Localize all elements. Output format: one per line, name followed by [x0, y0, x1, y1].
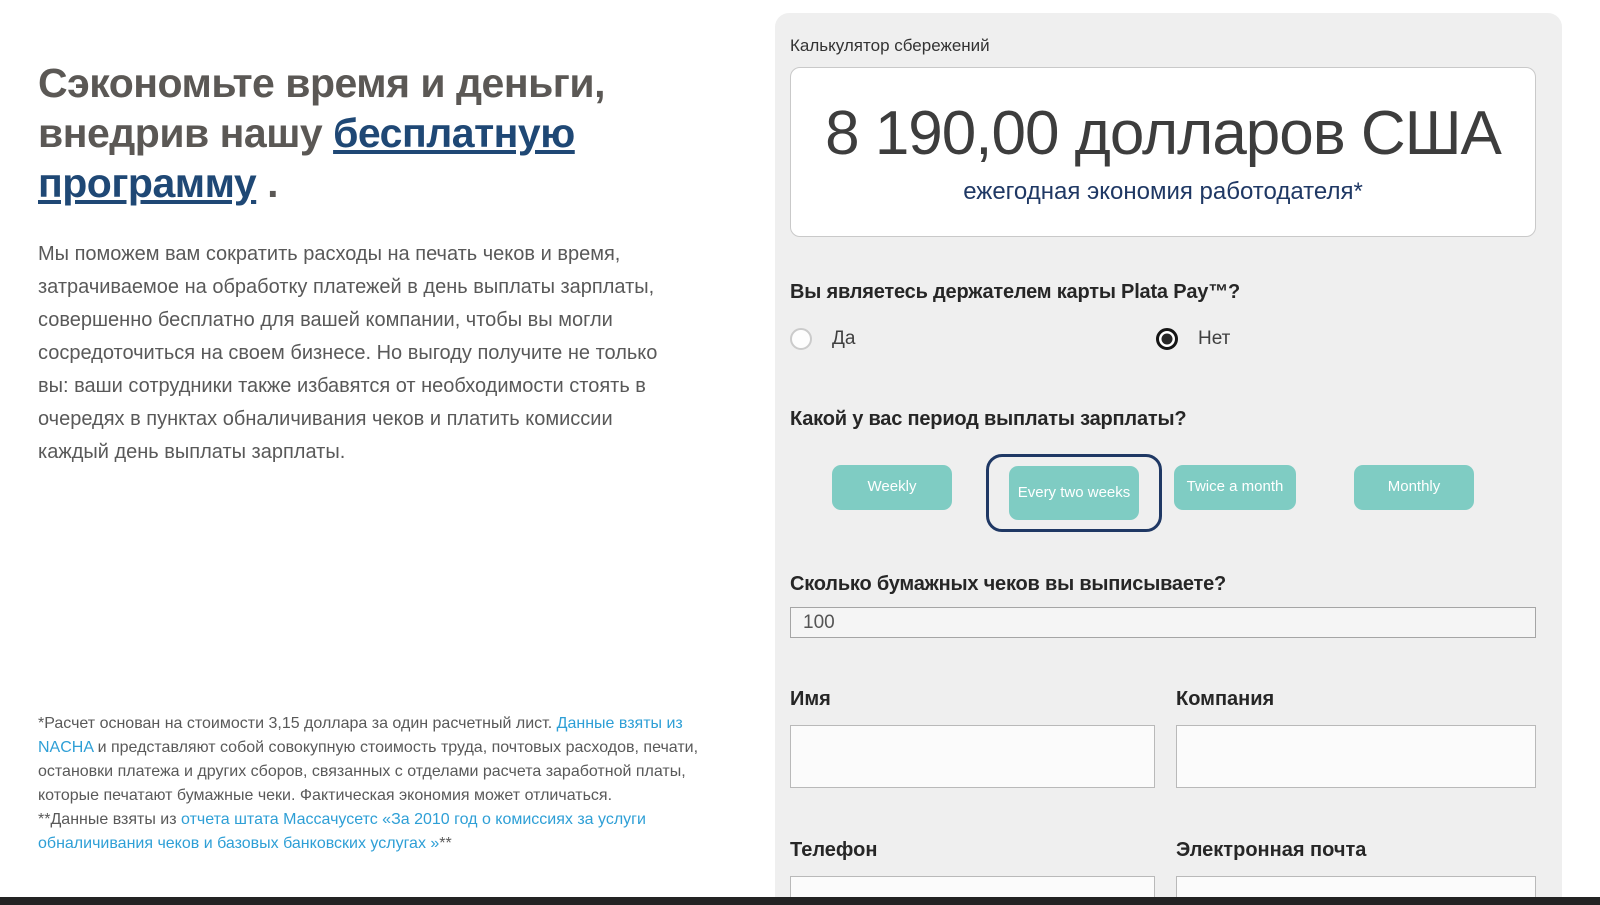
question-pay-period: Какой у вас период выплаты зарплаты? — [790, 408, 1187, 430]
form-inputs-row-1 — [790, 725, 1536, 788]
period-button-weekly[interactable]: Weekly — [832, 465, 952, 510]
footnote-text-3: **Данные взяты из — [38, 811, 182, 828]
question-paper-checks: Сколько бумажных чеков вы выписываете? — [790, 573, 1227, 595]
form-labels-row-2: Телефон Электронная почта — [790, 839, 1536, 862]
footnote-text-1: *Расчет основан на стоимости 3,15 доллар… — [38, 715, 557, 732]
footnote-text-4: ** — [439, 835, 452, 852]
question-card-holder: Вы являетесь держателем карты Plata Pay™… — [790, 281, 1241, 303]
savings-caption: ежегодная экономия работодателя* — [963, 178, 1363, 205]
footnote: *Расчет основан на стоимости 3,15 доллар… — [38, 712, 710, 856]
phone-label: Телефон — [790, 839, 878, 861]
period-button-twice-a-month[interactable]: Twice a month — [1174, 465, 1296, 510]
email-label: Электронная почта — [1176, 839, 1367, 861]
savings-result-card: 8 190,00 долларов США ежегодная экономия… — [790, 67, 1536, 237]
savings-amount: 8 190,00 долларов США — [825, 99, 1502, 168]
intro-section: Сэкономьте время и деньги, внедрив нашу … — [38, 58, 693, 469]
name-input[interactable] — [790, 725, 1155, 788]
calculator-title: Калькулятор сбережений — [790, 36, 990, 55]
period-button-monthly[interactable]: Monthly — [1354, 465, 1474, 510]
company-input[interactable] — [1176, 725, 1536, 788]
card-holder-radio-group: Да Нет — [790, 328, 1536, 350]
radio-no-label: Нет — [1198, 328, 1231, 349]
checks-count-input[interactable] — [790, 607, 1536, 638]
radio-no-icon[interactable] — [1156, 328, 1178, 350]
form-labels-row-1: Имя Компания — [790, 688, 1536, 711]
company-label: Компания — [1176, 688, 1275, 710]
savings-calculator-panel: Калькулятор сбережений 8 190,00 долларов… — [775, 13, 1562, 905]
radio-yes-label: Да — [832, 328, 856, 349]
selected-period-outline: Every two weeks — [986, 454, 1162, 532]
name-label: Имя — [790, 688, 831, 710]
page-heading: Сэкономьте время и деньги, внедрив нашу … — [38, 58, 693, 208]
pay-period-button-group: Weekly Every two weeks Twice a month Mon… — [790, 454, 1536, 532]
intro-paragraph: Мы поможем вам сократить расходы на печа… — [38, 243, 658, 464]
bottom-dark-bar — [0, 897, 1600, 905]
radio-option-yes[interactable]: Да — [790, 328, 1156, 350]
radio-yes-icon[interactable] — [790, 328, 812, 350]
radio-option-no[interactable]: Нет — [1156, 328, 1536, 350]
heading-suffix: . — [256, 160, 278, 207]
period-button-every-two-weeks[interactable]: Every two weeks — [1009, 466, 1139, 520]
footnote-text-2: и представляют собой совокупную стоимост… — [38, 739, 699, 804]
